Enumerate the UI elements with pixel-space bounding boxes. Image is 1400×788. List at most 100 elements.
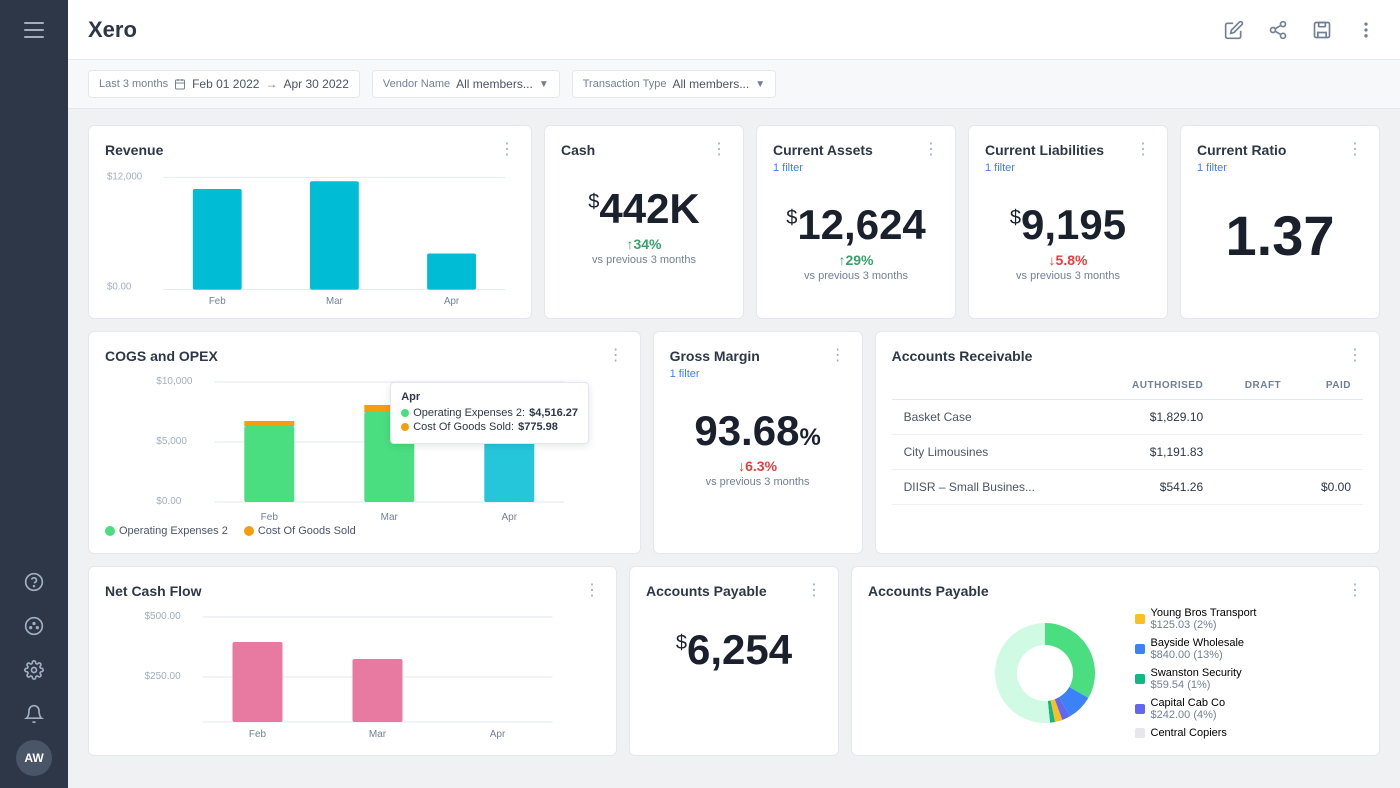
vendor-filter[interactable]: Vendor Name All members... ▼ <box>372 70 560 98</box>
svg-text:$250.00: $250.00 <box>145 671 182 682</box>
tooltip-opex-label: Operating Expenses 2: <box>413 407 525 419</box>
col-authorised-header: AUTHORISED <box>1092 372 1215 400</box>
more-icon[interactable] <box>1352 16 1380 44</box>
app-title: Xero <box>88 17 137 43</box>
gross-margin-header: Gross Margin 1 filter ⋮ <box>670 348 846 380</box>
transaction-filter[interactable]: Transaction Type All members... ▼ <box>572 70 776 98</box>
svg-text:Apr: Apr <box>502 512 518 523</box>
col-draft-header: DRAFT <box>1215 372 1293 400</box>
current-ratio-menu-icon[interactable]: ⋮ <box>1347 142 1363 158</box>
row1-authorised: $1,829.10 <box>1092 400 1215 435</box>
palette-icon[interactable] <box>16 608 52 644</box>
row2-authorised: $1,191.83 <box>1092 435 1215 470</box>
legend-bayside-amount: $840.00 (13%) <box>1151 649 1223 661</box>
row1-name: Basket Case <box>892 400 1093 435</box>
net-cash-flow-header: Net Cash Flow ⋮ <box>105 583 600 599</box>
vendor-chevron-icon: ▼ <box>539 79 549 90</box>
row3-paid: $0.00 <box>1293 470 1363 505</box>
cash-menu-icon[interactable]: ⋮ <box>711 142 727 158</box>
accounts-payable-large-header: Accounts Payable ⋮ <box>868 583 1363 599</box>
cogs-opex-menu-icon[interactable]: ⋮ <box>608 348 624 364</box>
current-assets-filter: 1 filter <box>773 162 873 174</box>
user-avatar[interactable]: AW <box>16 740 52 776</box>
svg-text:Feb: Feb <box>249 729 267 740</box>
legend-capital-cab-dot <box>1135 704 1145 714</box>
main-content: Xero Last 3 months Feb 01 2022 → Apr 30 … <box>68 0 1400 788</box>
current-liabilities-title: Current Liabilities <box>985 142 1104 158</box>
gross-margin-sub: vs previous 3 months <box>670 476 846 488</box>
gross-margin-change: ↓6.3% <box>670 458 846 474</box>
legend-swanston-label: Swanston Security$59.54 (1%) <box>1151 667 1242 691</box>
current-liabilities-change: ↓5.8% <box>985 252 1151 268</box>
legend-opex: Operating Expenses 2 <box>105 525 228 537</box>
legend-swanston-dot <box>1135 674 1145 684</box>
accounts-payable-small-kpi: $6,254 <box>646 607 822 693</box>
legend-bayside-label: Bayside Wholesale$840.00 (13%) <box>1151 637 1245 661</box>
date-arrow-icon: → <box>265 77 277 91</box>
cogs-opex-header: COGS and OPEX ⋮ <box>105 348 624 364</box>
col-paid-header: PAID <box>1293 372 1363 400</box>
edit-icon[interactable] <box>1220 16 1248 44</box>
accounts-receivable-menu-icon[interactable]: ⋮ <box>1347 348 1363 364</box>
svg-text:$10,000: $10,000 <box>156 376 193 387</box>
legend-swanston-amount: $59.54 (1%) <box>1151 679 1211 691</box>
net-cash-flow-menu-icon[interactable]: ⋮ <box>584 583 600 599</box>
svg-text:Mar: Mar <box>381 512 399 523</box>
table-row: City Limousines $1,191.83 <box>892 435 1363 470</box>
date-filter[interactable]: Last 3 months Feb 01 2022 → Apr 30 2022 <box>88 70 360 98</box>
current-assets-value: $12,624 <box>773 202 939 248</box>
row1-paid <box>1293 400 1363 435</box>
cash-value: $442K <box>561 186 727 232</box>
current-ratio-filter: 1 filter <box>1197 162 1286 174</box>
revenue-widget-header: Revenue ⋮ <box>105 142 515 158</box>
current-ratio-header: Current Ratio 1 filter ⋮ <box>1197 142 1363 174</box>
current-liabilities-header: Current Liabilities 1 filter ⋮ <box>985 142 1151 174</box>
save-icon[interactable] <box>1308 16 1336 44</box>
current-assets-menu-icon[interactable]: ⋮ <box>923 142 939 158</box>
current-liabilities-currency: $ <box>1010 207 1021 229</box>
accounts-payable-small-title: Accounts Payable <box>646 583 767 599</box>
current-liabilities-value: $9,195 <box>985 202 1151 248</box>
col-name-header <box>892 372 1093 400</box>
legend-capital-cab-amount: $242.00 (4%) <box>1151 709 1217 721</box>
current-assets-widget: Current Assets 1 filter ⋮ $12,624 ↑29% v… <box>756 125 956 319</box>
accounts-payable-small-menu-icon[interactable]: ⋮ <box>806 583 822 599</box>
date-filter-label: Last 3 months <box>99 78 168 90</box>
vendor-value: All members... <box>456 77 533 91</box>
cash-title: Cash <box>561 142 595 158</box>
widget-row-2: COGS and OPEX ⋮ $10,000 $5,000 $0.00 <box>88 331 1380 554</box>
legend-young-bros-dot <box>1135 614 1145 624</box>
accounts-payable-large-menu-icon[interactable]: ⋮ <box>1347 583 1363 599</box>
current-assets-change: ↑29% <box>773 252 939 268</box>
current-ratio-kpi: 1.37 <box>1197 182 1363 289</box>
accounts-receivable-widget: Accounts Receivable ⋮ AUTHORISED DRAFT P… <box>875 331 1380 554</box>
transaction-chevron-icon: ▼ <box>755 79 765 90</box>
sidebar-toggle-icon[interactable] <box>16 12 52 48</box>
gross-margin-menu-icon[interactable]: ⋮ <box>830 348 846 364</box>
net-cash-flow-chart-container: $500.00 $250.00 Feb Mar Apr <box>105 607 600 732</box>
header: Xero <box>68 0 1400 60</box>
legend-item-capital-cab: Capital Cab Co$242.00 (4%) <box>1135 697 1257 721</box>
gross-margin-value: 93.68% <box>670 408 846 454</box>
donut-chart <box>975 613 1115 733</box>
current-liabilities-kpi: $9,195 ↓5.8% vs previous 3 months <box>985 182 1151 302</box>
legend-cogs: Cost Of Goods Sold <box>244 525 356 537</box>
help-icon[interactable] <box>16 564 52 600</box>
tooltip-cogs-label: Cost Of Goods Sold: <box>413 421 514 433</box>
revenue-menu-icon[interactable]: ⋮ <box>499 142 515 158</box>
cogs-opex-widget: COGS and OPEX ⋮ $10,000 $5,000 $0.00 <box>88 331 641 554</box>
share-icon[interactable] <box>1264 16 1292 44</box>
legend-central-copiers-dot <box>1135 728 1145 738</box>
transaction-value: All members... <box>673 77 750 91</box>
settings-icon[interactable] <box>16 652 52 688</box>
current-liabilities-widget: Current Liabilities 1 filter ⋮ $9,195 ↓5… <box>968 125 1168 319</box>
cogs-tooltip: Apr Operating Expenses 2: $4,516.27 Cost… <box>390 382 589 444</box>
net-cash-flow-chart: $500.00 $250.00 Feb Mar Apr <box>105 607 600 727</box>
net-cash-flow-widget: Net Cash Flow ⋮ $500.00 $250.00 <box>88 566 617 756</box>
tooltip-opex-row: Operating Expenses 2: $4,516.27 <box>401 407 578 419</box>
bell-icon[interactable] <box>16 696 52 732</box>
row2-name: City Limousines <box>892 435 1093 470</box>
current-liabilities-menu-icon[interactable]: ⋮ <box>1135 142 1151 158</box>
revenue-title: Revenue <box>105 142 163 158</box>
legend-item-young-bros: Young Bros Transport$125.03 (2%) <box>1135 607 1257 631</box>
